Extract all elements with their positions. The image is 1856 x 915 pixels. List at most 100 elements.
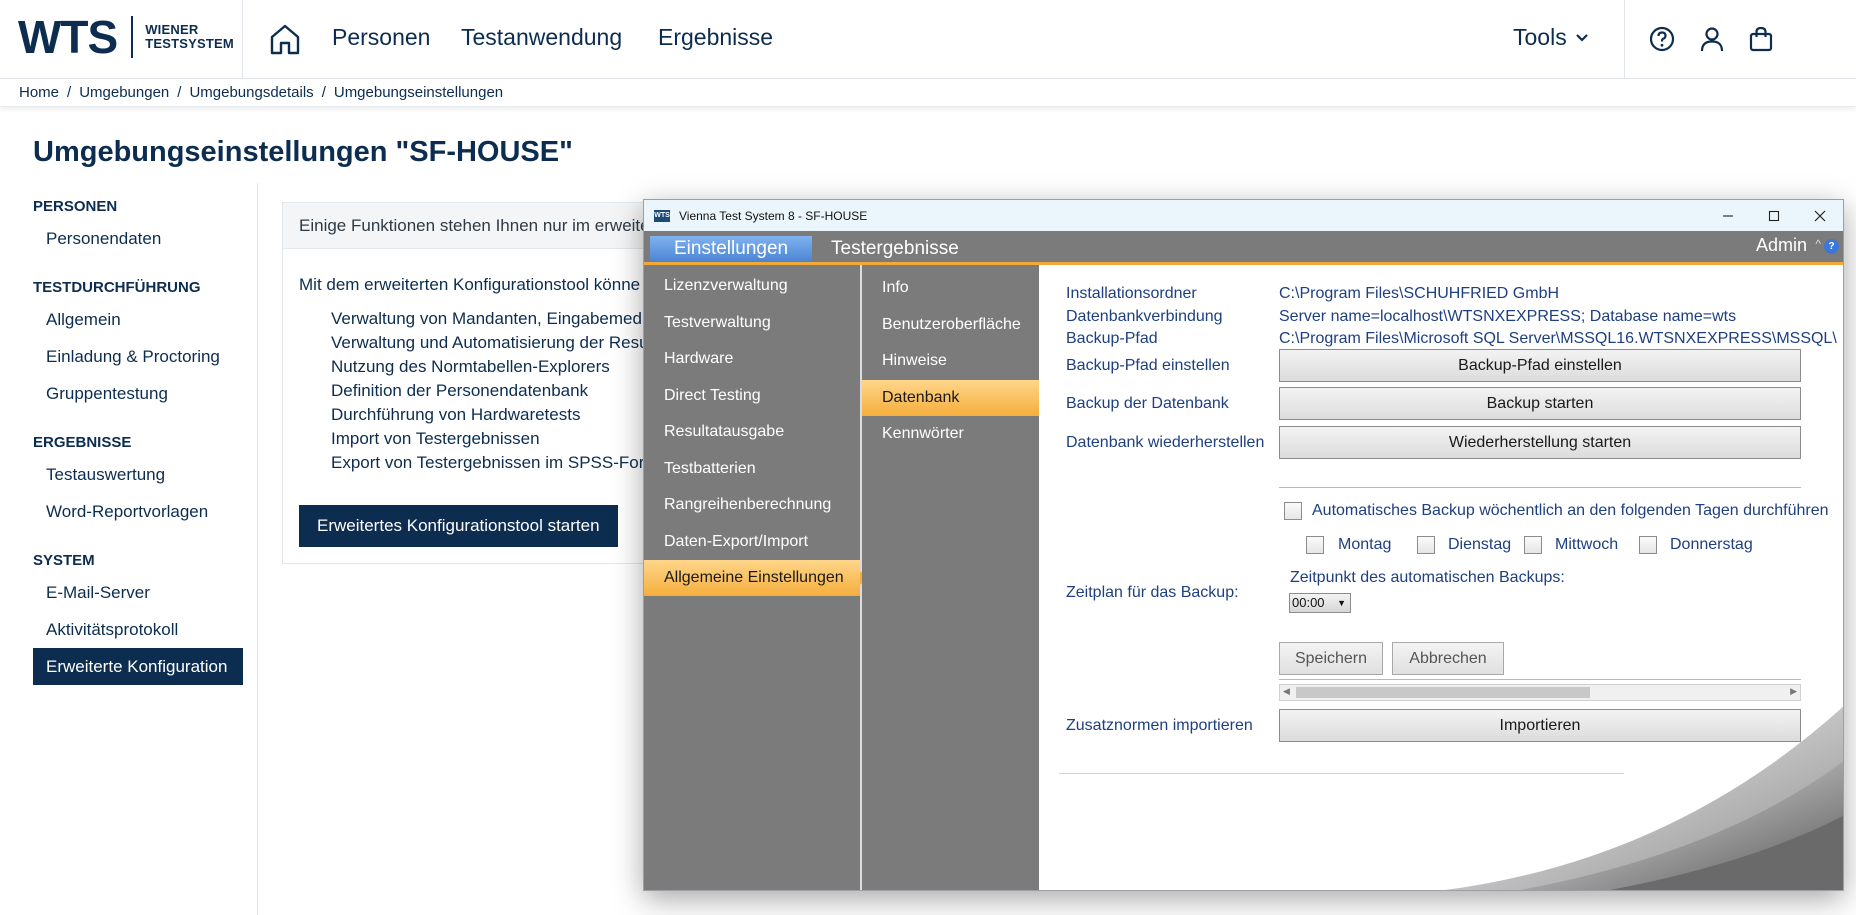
side-item-einladung-proctoring[interactable]: Einladung & Proctoring [33, 338, 243, 375]
scroll-left-icon[interactable]: ◀ [1283, 686, 1290, 697]
horizontal-scrollbar[interactable]: ◀ ▶ [1279, 684, 1801, 701]
list-item: Export von Testergebnissen im SPSS-Form [331, 453, 645, 477]
save-button[interactable]: Speichern [1279, 642, 1383, 675]
breadcrumb-home[interactable]: Home [19, 84, 59, 101]
side-item-allgemein[interactable]: Allgemein [33, 301, 243, 338]
window-titlebar[interactable]: WTS Vienna Test System 8 - SF-HOUSE [644, 200, 1843, 231]
restore-db-label: Datenbank wiederherstellen [1066, 434, 1265, 451]
close-button[interactable] [1797, 200, 1843, 231]
chevron-up-icon[interactable]: ^ [1815, 237, 1821, 251]
import-button[interactable]: Importieren [1279, 709, 1801, 742]
tools-menu[interactable]: Tools [1513, 24, 1589, 51]
side-item-gruppentestung[interactable]: Gruppentestung [33, 375, 243, 412]
side-item-testauswertung[interactable]: Testauswertung [33, 456, 243, 493]
side-item-email-server[interactable]: E-Mail-Server [33, 574, 243, 611]
start-restore-button[interactable]: Wiederherstellung starten [1279, 426, 1801, 459]
wts-logo[interactable]: WTS WIENER TESTSYSTEM [18, 14, 234, 60]
scrollbar-thumb[interactable] [1296, 687, 1590, 698]
shopping-bag-icon[interactable] [1747, 25, 1775, 53]
divider [1279, 679, 1801, 680]
menu-rangreihenberechnung[interactable]: Rangreihenberechnung [644, 487, 860, 523]
settings-side-nav: PERSONEN Personendaten TESTDURCHFÜHRUNG … [33, 198, 243, 685]
app-tab-bar: Einstellungen Testergebnisse Admin ^ ? [644, 231, 1843, 262]
day-label-montag: Montag [1338, 536, 1392, 553]
menu-direct-testing[interactable]: Direct Testing [644, 378, 860, 414]
db-connection-value: Server name=localhost\WTSNXEXPRESS; Data… [1279, 308, 1737, 325]
day-label-donnerstag: Donnerstag [1670, 536, 1753, 553]
menu-testbatterien[interactable]: Testbatterien [644, 451, 860, 487]
submenu-benutzeroberflaeche[interactable]: Benutzeroberfläche [862, 307, 1039, 343]
feature-list: Verwaltung von Mandanten, Eingabemedi Ve… [299, 309, 645, 477]
user-label[interactable]: Admin [1756, 235, 1807, 256]
side-item-aktivitaetsprotokoll[interactable]: Aktivitätsprotokoll [33, 611, 243, 648]
side-item-word-reportvorlagen[interactable]: Word-Reportvorlagen [33, 493, 243, 530]
minimize-button[interactable] [1705, 200, 1751, 231]
set-backup-path-button[interactable]: Backup-Pfad einstellen [1279, 349, 1801, 382]
backup-time-select[interactable]: 00:00 ▼ [1289, 593, 1351, 613]
dropdown-arrow-icon: ▼ [1337, 598, 1346, 608]
side-heading-personen: PERSONEN [33, 198, 118, 215]
side-item-personendaten[interactable]: Personendaten [33, 220, 243, 257]
submenu-kennwoerter[interactable]: Kennwörter [862, 416, 1039, 452]
side-heading-testdurchfuehrung: TESTDURCHFÜHRUNG [33, 279, 201, 296]
tab-testergebnisse[interactable]: Testergebnisse [807, 236, 983, 261]
install-folder-label: Installationsordner [1066, 285, 1197, 302]
minimize-icon [1723, 214, 1733, 217]
breadcrumb-umgebungseinstellungen[interactable]: Umgebungseinstellungen [334, 84, 503, 101]
day-checkbox-montag[interactable] [1306, 536, 1324, 554]
menu-daten-export-import[interactable]: Daten-Export/Import [644, 524, 860, 560]
logo-line-2: TESTSYSTEM [145, 36, 234, 51]
site-header: WTS WIENER TESTSYSTEM Personen Testanwen… [0, 0, 1856, 79]
list-item: Nutzung des Normtabellen-Explorers [331, 357, 645, 381]
day-checkbox-donnerstag[interactable] [1639, 536, 1657, 554]
set-backup-path-label: Backup-Pfad einstellen [1066, 357, 1230, 374]
menu-resultatausgabe[interactable]: Resultatausgabe [644, 414, 860, 450]
help-icon[interactable] [1648, 25, 1676, 53]
auto-backup-checkbox[interactable] [1284, 502, 1302, 520]
start-config-tool-button[interactable]: Erweitertes Konfigurationstool starten [299, 505, 618, 547]
submenu-info[interactable]: Info [862, 270, 1039, 306]
header-divider [242, 0, 243, 79]
breadcrumb-separator: / [177, 84, 182, 101]
cancel-button[interactable]: Abbrechen [1392, 642, 1504, 675]
list-item: Verwaltung von Mandanten, Eingabemedi [331, 309, 645, 333]
submenu-hinweise[interactable]: Hinweise [862, 343, 1039, 379]
menu-hardware[interactable]: Hardware [644, 341, 860, 377]
scroll-right-icon[interactable]: ▶ [1790, 686, 1797, 697]
breadcrumb-umgebungen[interactable]: Umgebungen [79, 84, 169, 101]
day-checkbox-dienstag[interactable] [1417, 536, 1435, 554]
logo-mark: WTS [18, 11, 118, 63]
day-checkbox-mittwoch[interactable] [1524, 536, 1542, 554]
import-norms-label: Zusatznormen importieren [1066, 717, 1253, 734]
header-divider [1624, 0, 1625, 79]
user-icon[interactable] [1698, 25, 1726, 53]
schedule-label: Zeitplan für das Backup: [1066, 584, 1239, 601]
home-icon[interactable] [268, 22, 302, 56]
vts-app-window: WTS Vienna Test System 8 - SF-HOUSE Eins… [643, 199, 1844, 891]
start-backup-button[interactable]: Backup starten [1279, 387, 1801, 420]
backup-path-value: C:\Program Files\Microsoft SQL Server\MS… [1279, 330, 1837, 347]
auto-backup-label: Automatisches Backup wöchentlich an den … [1312, 502, 1829, 519]
nav-personen[interactable]: Personen [332, 24, 430, 51]
install-folder-value: C:\Program Files\SCHUHFRIED GmbH [1279, 285, 1560, 302]
menu-testverwaltung[interactable]: Testverwaltung [644, 305, 860, 341]
menu-lizenzverwaltung[interactable]: Lizenzverwaltung [644, 268, 860, 304]
backup-time-label: Zeitpunkt des automatischen Backups: [1290, 569, 1565, 586]
extended-config-box: Einige Funktionen stehen Ihnen nur im er… [282, 202, 662, 564]
list-item: Durchführung von Hardwaretests [331, 405, 645, 429]
breadcrumb-separator: / [67, 84, 72, 101]
maximize-button[interactable] [1751, 200, 1797, 231]
nav-testanwendung[interactable]: Testanwendung [461, 24, 622, 51]
tab-einstellungen[interactable]: Einstellungen [650, 236, 813, 261]
help-icon[interactable]: ? [1824, 239, 1839, 254]
nav-ergebnisse[interactable]: Ergebnisse [658, 24, 773, 51]
breadcrumb-umgebungsdetails[interactable]: Umgebungsdetails [189, 84, 313, 101]
side-item-erweiterte-konfiguration[interactable]: Erweiterte Konfiguration [33, 648, 243, 685]
backup-time-value: 00:00 [1292, 595, 1325, 610]
submenu-datenbank[interactable]: Datenbank [862, 380, 1046, 416]
day-label-mittwoch: Mittwoch [1555, 536, 1619, 553]
menu-allgemeine-einstellungen[interactable]: Allgemeine Einstellungen [644, 560, 867, 596]
logo-line-1: WIENER [145, 22, 199, 37]
datenbank-panel: Installationsordner C:\Program Files\SCH… [1039, 265, 1843, 890]
close-icon [1814, 210, 1826, 221]
